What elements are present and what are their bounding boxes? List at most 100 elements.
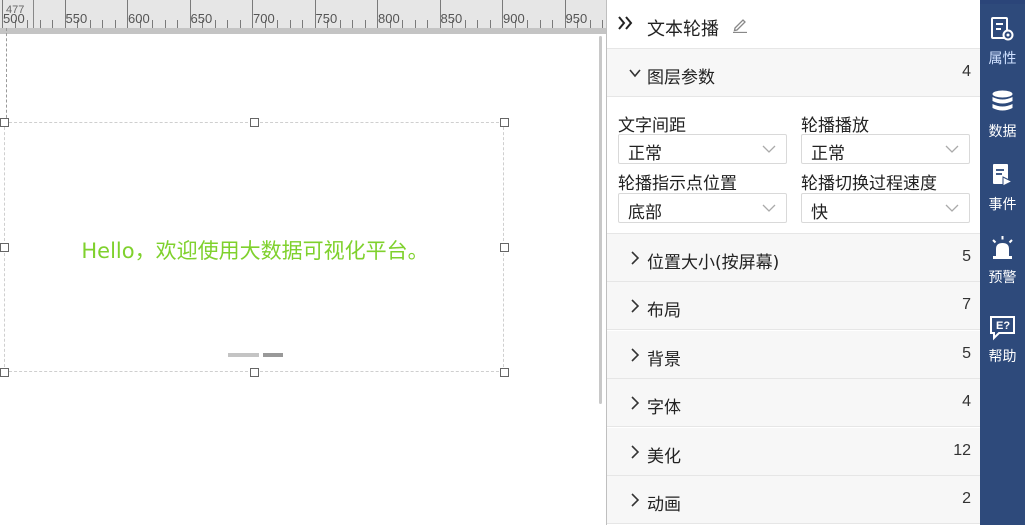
canvas-scrollbar[interactable]: [599, 36, 602, 404]
section-count: 2: [962, 490, 971, 507]
ruler-minor-tick: [539, 20, 541, 28]
section-count: 12: [953, 442, 971, 459]
nav-events[interactable]: 事件: [980, 156, 1025, 218]
layer-params-body: 文字间距 正常 轮播播放 正常 轮播指示点位置 底部 轮播切换过程速度 快: [607, 97, 981, 234]
chevron-right-icon: [631, 493, 640, 507]
section-layout[interactable]: 布局 7: [607, 282, 981, 330]
section-animation[interactable]: 动画 2: [607, 476, 981, 524]
text-spacing-select[interactable]: 正常: [618, 134, 787, 164]
ruler-minor-tick: [152, 20, 153, 28]
section-title: 位置大小(按屏幕): [647, 253, 780, 273]
ruler-underline: [0, 28, 606, 34]
section-background[interactable]: 背景 5: [607, 331, 981, 379]
nav-label: 属性: [988, 51, 1017, 67]
chevron-down-icon: [945, 145, 959, 153]
edit-icon[interactable]: [732, 17, 748, 33]
select-value: 正常: [811, 144, 845, 164]
text-carousel-component[interactable]: Hello，欢迎使用大数据可视化平台。: [0, 118, 509, 377]
properties-icon: [991, 17, 1014, 41]
field-label-transition-speed: 轮播切换过程速度: [801, 174, 937, 194]
section-beautify[interactable]: 美化 12: [607, 428, 981, 476]
ruler-label: 750: [315, 11, 338, 26]
section-layer-params[interactable]: 图层参数 4: [607, 49, 981, 97]
ruler-minor-tick: [427, 20, 428, 28]
section-count: 5: [962, 345, 971, 362]
panel-header: 文本轮播: [607, 0, 981, 49]
select-value: 底部: [628, 203, 662, 223]
ruler-minor-tick: [489, 20, 491, 28]
chevron-right-icon: [631, 445, 640, 459]
indicator-position-select[interactable]: 底部: [618, 193, 787, 223]
ruler-minor-tick: [114, 20, 116, 28]
ruler-minor-tick: [102, 20, 103, 28]
ruler-minor-tick: [239, 20, 241, 28]
ruler-minor-tick: [89, 20, 91, 28]
section-title: 图层参数: [647, 68, 715, 88]
event-icon: [993, 164, 1014, 187]
section-count: 7: [962, 296, 971, 313]
component-title: 文本轮播: [647, 19, 719, 40]
ruler-minor-tick: [602, 20, 603, 28]
resize-handle-bottom[interactable]: [250, 368, 259, 377]
ruler-label: 700: [253, 11, 275, 26]
guide-line[interactable]: [6, 28, 7, 123]
ruler-label: 550: [65, 11, 88, 26]
transition-speed-select[interactable]: 快: [801, 193, 970, 223]
select-value: 快: [811, 203, 828, 223]
ruler-label: 900: [503, 11, 525, 26]
resize-handle-top-right[interactable]: [500, 118, 509, 127]
section-position-size[interactable]: 位置大小(按屏幕) 5: [607, 234, 981, 282]
indicator-dot-1[interactable]: [228, 353, 259, 357]
collapse-panel-icon[interactable]: [617, 14, 633, 32]
nav-label: 数据: [988, 124, 1017, 140]
nav-alarm[interactable]: 预警: [980, 229, 1025, 291]
section-title: 布局: [647, 301, 681, 321]
resize-handle-top[interactable]: [250, 118, 259, 127]
field-label-indicator-position: 轮播指示点位置: [618, 174, 737, 194]
chevron-right-icon: [631, 299, 640, 313]
ruler-label: 800: [378, 11, 400, 26]
ruler-label: 850: [440, 11, 463, 26]
carousel-play-select[interactable]: 正常: [801, 134, 970, 164]
section-title: 背景: [647, 350, 681, 370]
alarm-icon: [992, 236, 1013, 259]
properties-panel: 文本轮播 图层参数 4 文字间距 正常 轮播播放 正常 轮播指示点位置 底部 轮…: [606, 0, 981, 525]
ruler-label: 950: [565, 11, 588, 26]
section-title: 美化: [647, 447, 681, 467]
nav-properties[interactable]: 属性: [980, 10, 1025, 72]
resize-handle-top-left[interactable]: [0, 118, 9, 127]
right-nav-bar: 属性 数据 事件 预警 E? 帮助: [980, 0, 1025, 525]
chevron-right-icon: [631, 348, 640, 362]
ruler-minor-tick: [302, 20, 303, 28]
ruler-label: 600: [128, 11, 150, 26]
nav-label: 事件: [988, 197, 1017, 213]
ruler-minor-tick: [214, 20, 216, 28]
nav-data[interactable]: 数据: [980, 83, 1025, 145]
ruler-minor-tick: [352, 20, 353, 28]
canvas-area[interactable]: 500 550 600 650 700 750 800 850 900 950 477 Hello…: [0, 0, 606, 525]
ruler-minor-tick: [52, 20, 53, 28]
resize-handle-bottom-right[interactable]: [500, 368, 509, 377]
ruler-minor-tick: [177, 20, 178, 28]
chevron-right-icon: [631, 396, 640, 410]
database-icon: [992, 90, 1013, 111]
resize-handle-bottom-left[interactable]: [0, 368, 9, 377]
svg-text:E?: E?: [996, 320, 1010, 332]
field-label-text-spacing: 文字间距: [618, 116, 686, 136]
ruler-minor-tick: [289, 20, 291, 28]
nav-label: 预警: [988, 270, 1017, 286]
ruler-minor-tick: [552, 20, 553, 28]
ruler-minor-tick: [339, 20, 341, 28]
section-title: 字体: [647, 398, 681, 418]
section-count: 4: [962, 63, 971, 80]
chevron-right-icon: [631, 251, 640, 265]
horizontal-ruler: 500 550 600 650 700 750 800 850 900 950 477: [0, 0, 606, 28]
field-label-carousel-play: 轮播播放: [801, 116, 869, 136]
chevron-down-icon: [945, 204, 959, 212]
ruler-minor-tick: [402, 20, 403, 28]
chevron-down-icon: [629, 69, 641, 78]
indicator-dot-2[interactable]: [263, 353, 283, 357]
section-font[interactable]: 字体 4: [607, 379, 981, 427]
nav-help[interactable]: E? 帮助: [980, 308, 1025, 370]
ruler-minor-tick: [39, 20, 41, 28]
